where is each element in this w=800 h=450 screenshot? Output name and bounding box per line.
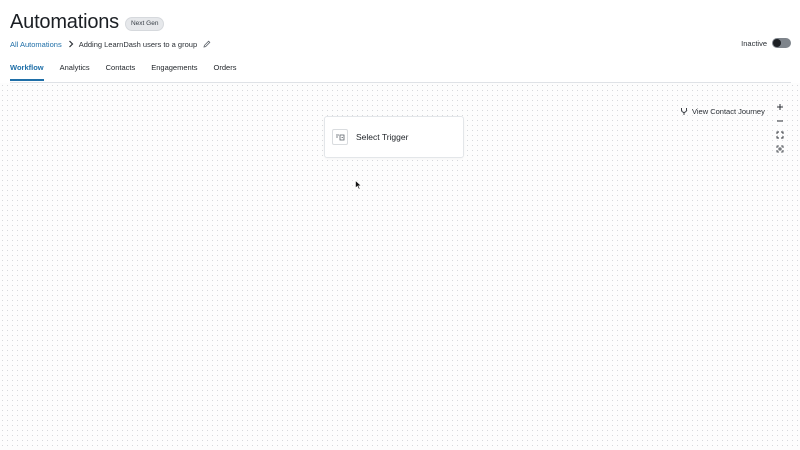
chevron-right-icon bbox=[68, 40, 74, 48]
toggle-knob bbox=[773, 39, 781, 47]
view-contact-journey-label: View Contact Journey bbox=[692, 107, 765, 116]
tab-bar: Workflow Analytics Contacts Engagements … bbox=[10, 63, 252, 81]
plus-icon bbox=[777, 103, 783, 110]
branch-icon bbox=[681, 108, 687, 115]
select-trigger-label: Select Trigger bbox=[356, 132, 409, 142]
zoom-controls bbox=[774, 100, 786, 156]
trigger-icon bbox=[332, 129, 348, 145]
zoom-out-button[interactable] bbox=[774, 114, 786, 127]
tab-orders[interactable]: Orders bbox=[214, 63, 237, 81]
tab-contacts[interactable]: Contacts bbox=[106, 63, 136, 81]
activation-toggle[interactable] bbox=[772, 38, 791, 48]
breadcrumb-all-automations-link[interactable]: All Automations bbox=[10, 40, 62, 49]
status-label: Inactive bbox=[741, 38, 767, 48]
fullscreen-button[interactable] bbox=[774, 142, 786, 155]
breadcrumb: All Automations Adding LearnDash users t… bbox=[10, 38, 211, 50]
tab-workflow[interactable]: Workflow bbox=[10, 63, 44, 81]
zoom-in-button[interactable] bbox=[774, 100, 786, 113]
next-gen-badge: Next Gen bbox=[124, 16, 165, 31]
page-header: Automations Next Gen bbox=[10, 11, 165, 34]
view-contact-journey-button[interactable]: View Contact Journey bbox=[680, 107, 765, 116]
automation-name: Adding LearnDash users to a group bbox=[78, 39, 198, 49]
minus-icon bbox=[777, 120, 783, 121]
fit-view-icon bbox=[776, 131, 784, 138]
fit-view-button[interactable] bbox=[774, 128, 786, 141]
tab-analytics[interactable]: Analytics bbox=[60, 63, 90, 81]
tab-engagements[interactable]: Engagements bbox=[151, 63, 197, 81]
automation-status: Inactive bbox=[741, 38, 791, 48]
pencil-icon[interactable] bbox=[203, 40, 211, 48]
select-trigger-node[interactable]: Select Trigger bbox=[324, 116, 464, 158]
mouse-pointer-icon bbox=[355, 177, 362, 195]
page-title: Automations bbox=[10, 11, 119, 33]
fullscreen-icon bbox=[776, 145, 784, 152]
